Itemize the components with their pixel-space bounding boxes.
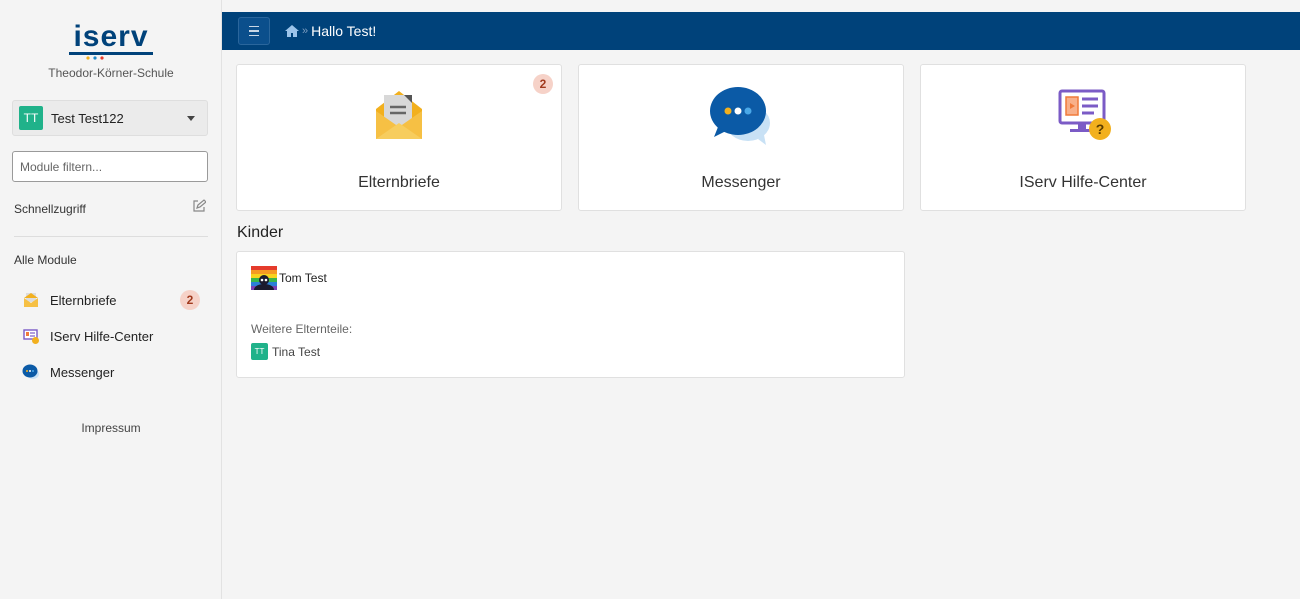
child-name: Tom Test bbox=[279, 271, 327, 285]
child-avatar bbox=[251, 266, 277, 290]
user-avatar: TT bbox=[19, 106, 43, 130]
envelope-letter-icon bbox=[376, 91, 422, 139]
top-bar: » Hallo Test! bbox=[222, 12, 1300, 50]
notification-badge: 2 bbox=[533, 74, 553, 94]
edit-icon[interactable] bbox=[192, 199, 206, 213]
tile-messenger[interactable]: Messenger bbox=[578, 64, 904, 211]
impressum-link[interactable]: Impressum bbox=[0, 421, 222, 435]
sidebar-divider bbox=[14, 236, 208, 237]
tile-elternbriefe[interactable]: 2 Elternbriefe bbox=[236, 64, 562, 211]
page-title: Hallo Test! bbox=[311, 23, 377, 39]
user-menu-toggle[interactable]: TT Test Test122 bbox=[12, 100, 208, 136]
module-filter-input[interactable] bbox=[12, 151, 208, 182]
tile-label: Elternbriefe bbox=[358, 174, 440, 191]
sidebar-item-hilfe-center[interactable]: IServ Hilfe-Center bbox=[22, 325, 208, 347]
sidebar-item-label: Messenger bbox=[50, 364, 115, 380]
tile-label: IServ Hilfe-Center bbox=[1019, 174, 1147, 191]
quick-access-heading: Schnellzugriff bbox=[14, 202, 86, 216]
svg-text:iserv: iserv bbox=[73, 20, 148, 53]
notification-badge: 2 bbox=[180, 290, 200, 310]
parent-avatar: TT bbox=[251, 343, 268, 360]
parent-name: Tina Test bbox=[272, 344, 321, 359]
sidebar: iserv Theodor-Körner-Schule TT Test Test… bbox=[0, 0, 222, 599]
help-center-icon: ? bbox=[1058, 89, 1111, 140]
child-entry[interactable]: Tom Test bbox=[251, 266, 327, 290]
chat-bubble-icon bbox=[22, 364, 39, 379]
hamburger-icon[interactable] bbox=[238, 17, 270, 45]
sidebar-item-messenger[interactable]: Messenger bbox=[22, 361, 208, 383]
school-name: Theodor-Körner-Schule bbox=[48, 66, 174, 80]
iserv-logo[interactable]: iserv bbox=[66, 18, 156, 62]
sidebar-item-label: Elternbriefe bbox=[50, 292, 117, 308]
other-parents-label: Weitere Elternteile: bbox=[251, 322, 353, 336]
home-icon[interactable] bbox=[284, 24, 300, 38]
caret-down-icon bbox=[187, 115, 195, 121]
kinder-heading: Kinder bbox=[237, 224, 284, 241]
all-modules-heading: Alle Module bbox=[14, 253, 77, 267]
chat-bubble-icon bbox=[710, 87, 770, 145]
breadcrumb-separator: » bbox=[302, 25, 309, 37]
help-center-icon bbox=[23, 329, 39, 344]
sidebar-item-label: IServ Hilfe-Center bbox=[50, 328, 154, 344]
user-name: Test Test122 bbox=[51, 110, 124, 126]
tile-label: Messenger bbox=[701, 174, 781, 191]
child-card: Tom Test Weitere Elternteile: TT Tina Te… bbox=[236, 251, 905, 378]
envelope-letter-icon bbox=[24, 293, 38, 307]
sidebar-item-elternbriefe[interactable]: Elternbriefe 2 bbox=[22, 289, 208, 311]
tile-hilfe-center[interactable]: ? IServ Hilfe-Center bbox=[920, 64, 1246, 211]
parent-entry[interactable]: TT Tina Test bbox=[251, 343, 320, 360]
svg-text:?: ? bbox=[1096, 121, 1105, 137]
